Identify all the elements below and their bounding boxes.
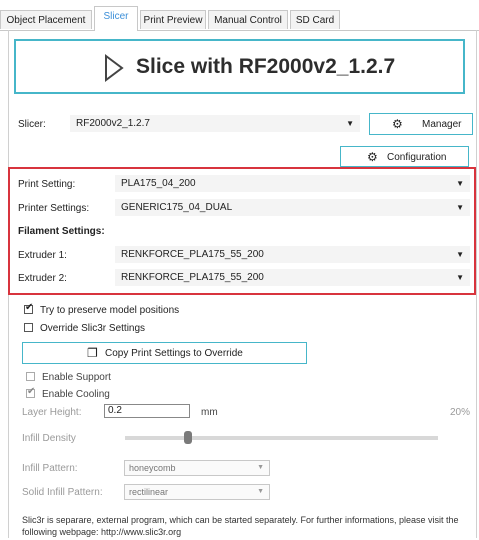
filament-settings-heading: Filament Settings: [18,226,105,237]
printer-settings-label: Printer Settings: [18,203,90,214]
slicer-select-value: RF2000v2_1.2.7 [76,118,150,129]
tab-bar: Object Placement Slicer Print Preview Ma… [0,0,479,31]
tab-slicer[interactable]: Slicer [94,6,138,31]
layer-height-value: 0.2 [108,405,122,416]
manager-button-label: Manager [422,119,462,130]
preserve-positions-label: Try to preserve model positions [40,305,180,316]
tab-print-preview[interactable]: Print Preview [140,10,206,29]
checkmark-icon: ✔ [27,386,36,397]
extruder2-select[interactable]: RENKFORCE_PLA175_55_200 ▼ [115,269,470,286]
solid-infill-select[interactable]: rectilinear ▼ [124,484,270,500]
chevron-down-icon: ▼ [456,250,464,259]
slice-button[interactable]: Slice with RF2000v2_1.2.7 [14,39,465,94]
checkmark-icon: ✔ [25,302,34,313]
print-setting-label: Print Setting: [18,179,76,190]
chevron-down-icon: ▼ [257,488,264,495]
printer-settings-value: GENERIC175_04_DUAL [121,202,233,213]
extruder2-label: Extruder 2: [18,273,67,284]
infill-pattern-value: honeycomb [129,463,176,473]
tab-manual-control[interactable]: Manual Control [208,10,288,29]
slice-button-label: Slice with RF2000v2_1.2.7 [136,55,396,78]
preserve-positions-checkbox[interactable]: ✔ [24,302,34,314]
infill-density-slider[interactable] [184,431,192,444]
chevron-down-icon: ▼ [456,179,464,188]
gear-icon: ⚙ [367,150,378,164]
chevron-down-icon: ▼ [257,464,264,471]
manager-button[interactable]: ⚙ Manager [369,113,473,135]
footer-info-text: Slic3r is separare, external program, wh… [22,515,459,537]
extruder1-label: Extruder 1: [18,250,67,261]
layer-height-input[interactable]: 0.2 [104,404,190,418]
printer-settings-select[interactable]: GENERIC175_04_DUAL ▼ [115,199,470,216]
play-icon [104,54,124,85]
infill-percent-label: 20% [450,407,471,418]
gear-icon: ⚙ [392,117,403,131]
chevron-down-icon: ▼ [456,273,464,282]
tab-sd-card[interactable]: SD Card [290,10,340,29]
override-slic3r-label: Override Slic3r Settings [40,323,146,334]
slicer-select[interactable]: RF2000v2_1.2.7 ▼ [70,115,360,132]
copy-icon: ❐ [87,346,98,360]
chevron-down-icon: ▼ [346,119,354,128]
configuration-button-label: Configuration [387,152,447,163]
layer-height-label: Layer Height: [22,407,82,418]
extruder2-value: RENKFORCE_PLA175_55_200 [121,272,264,283]
solid-infill-value: rectilinear [129,487,169,497]
copy-print-settings-label: Copy Print Settings to Override [105,348,243,359]
copy-print-settings-button[interactable]: ❐ Copy Print Settings to Override [22,342,307,364]
print-setting-select[interactable]: PLA175_04_200 ▼ [115,175,470,192]
enable-cooling-checkbox[interactable]: ✔ [26,386,36,398]
print-setting-value: PLA175_04_200 [121,178,196,189]
infill-pattern-label: Infill Pattern: [22,463,78,474]
extruder1-select[interactable]: RENKFORCE_PLA175_55_200 ▼ [115,246,470,263]
enable-support-checkbox[interactable] [26,372,35,381]
tab-object-placement[interactable]: Object Placement [0,10,92,29]
infill-pattern-select[interactable]: honeycomb ▼ [124,460,270,476]
chevron-down-icon: ▼ [456,203,464,212]
infill-density-track [125,436,438,440]
solid-infill-label: Solid Infill Pattern: [22,487,103,498]
enable-cooling-label: Enable Cooling [42,389,110,400]
slicer-label: Slicer: [18,119,46,130]
layer-height-unit: mm [201,407,218,418]
extruder1-value: RENKFORCE_PLA175_55_200 [121,249,264,260]
infill-density-label: Infill Density [22,433,76,444]
configuration-button[interactable]: ⚙ Configuration [340,146,469,167]
override-slic3r-checkbox[interactable] [24,323,33,332]
enable-support-label: Enable Support [42,372,111,383]
